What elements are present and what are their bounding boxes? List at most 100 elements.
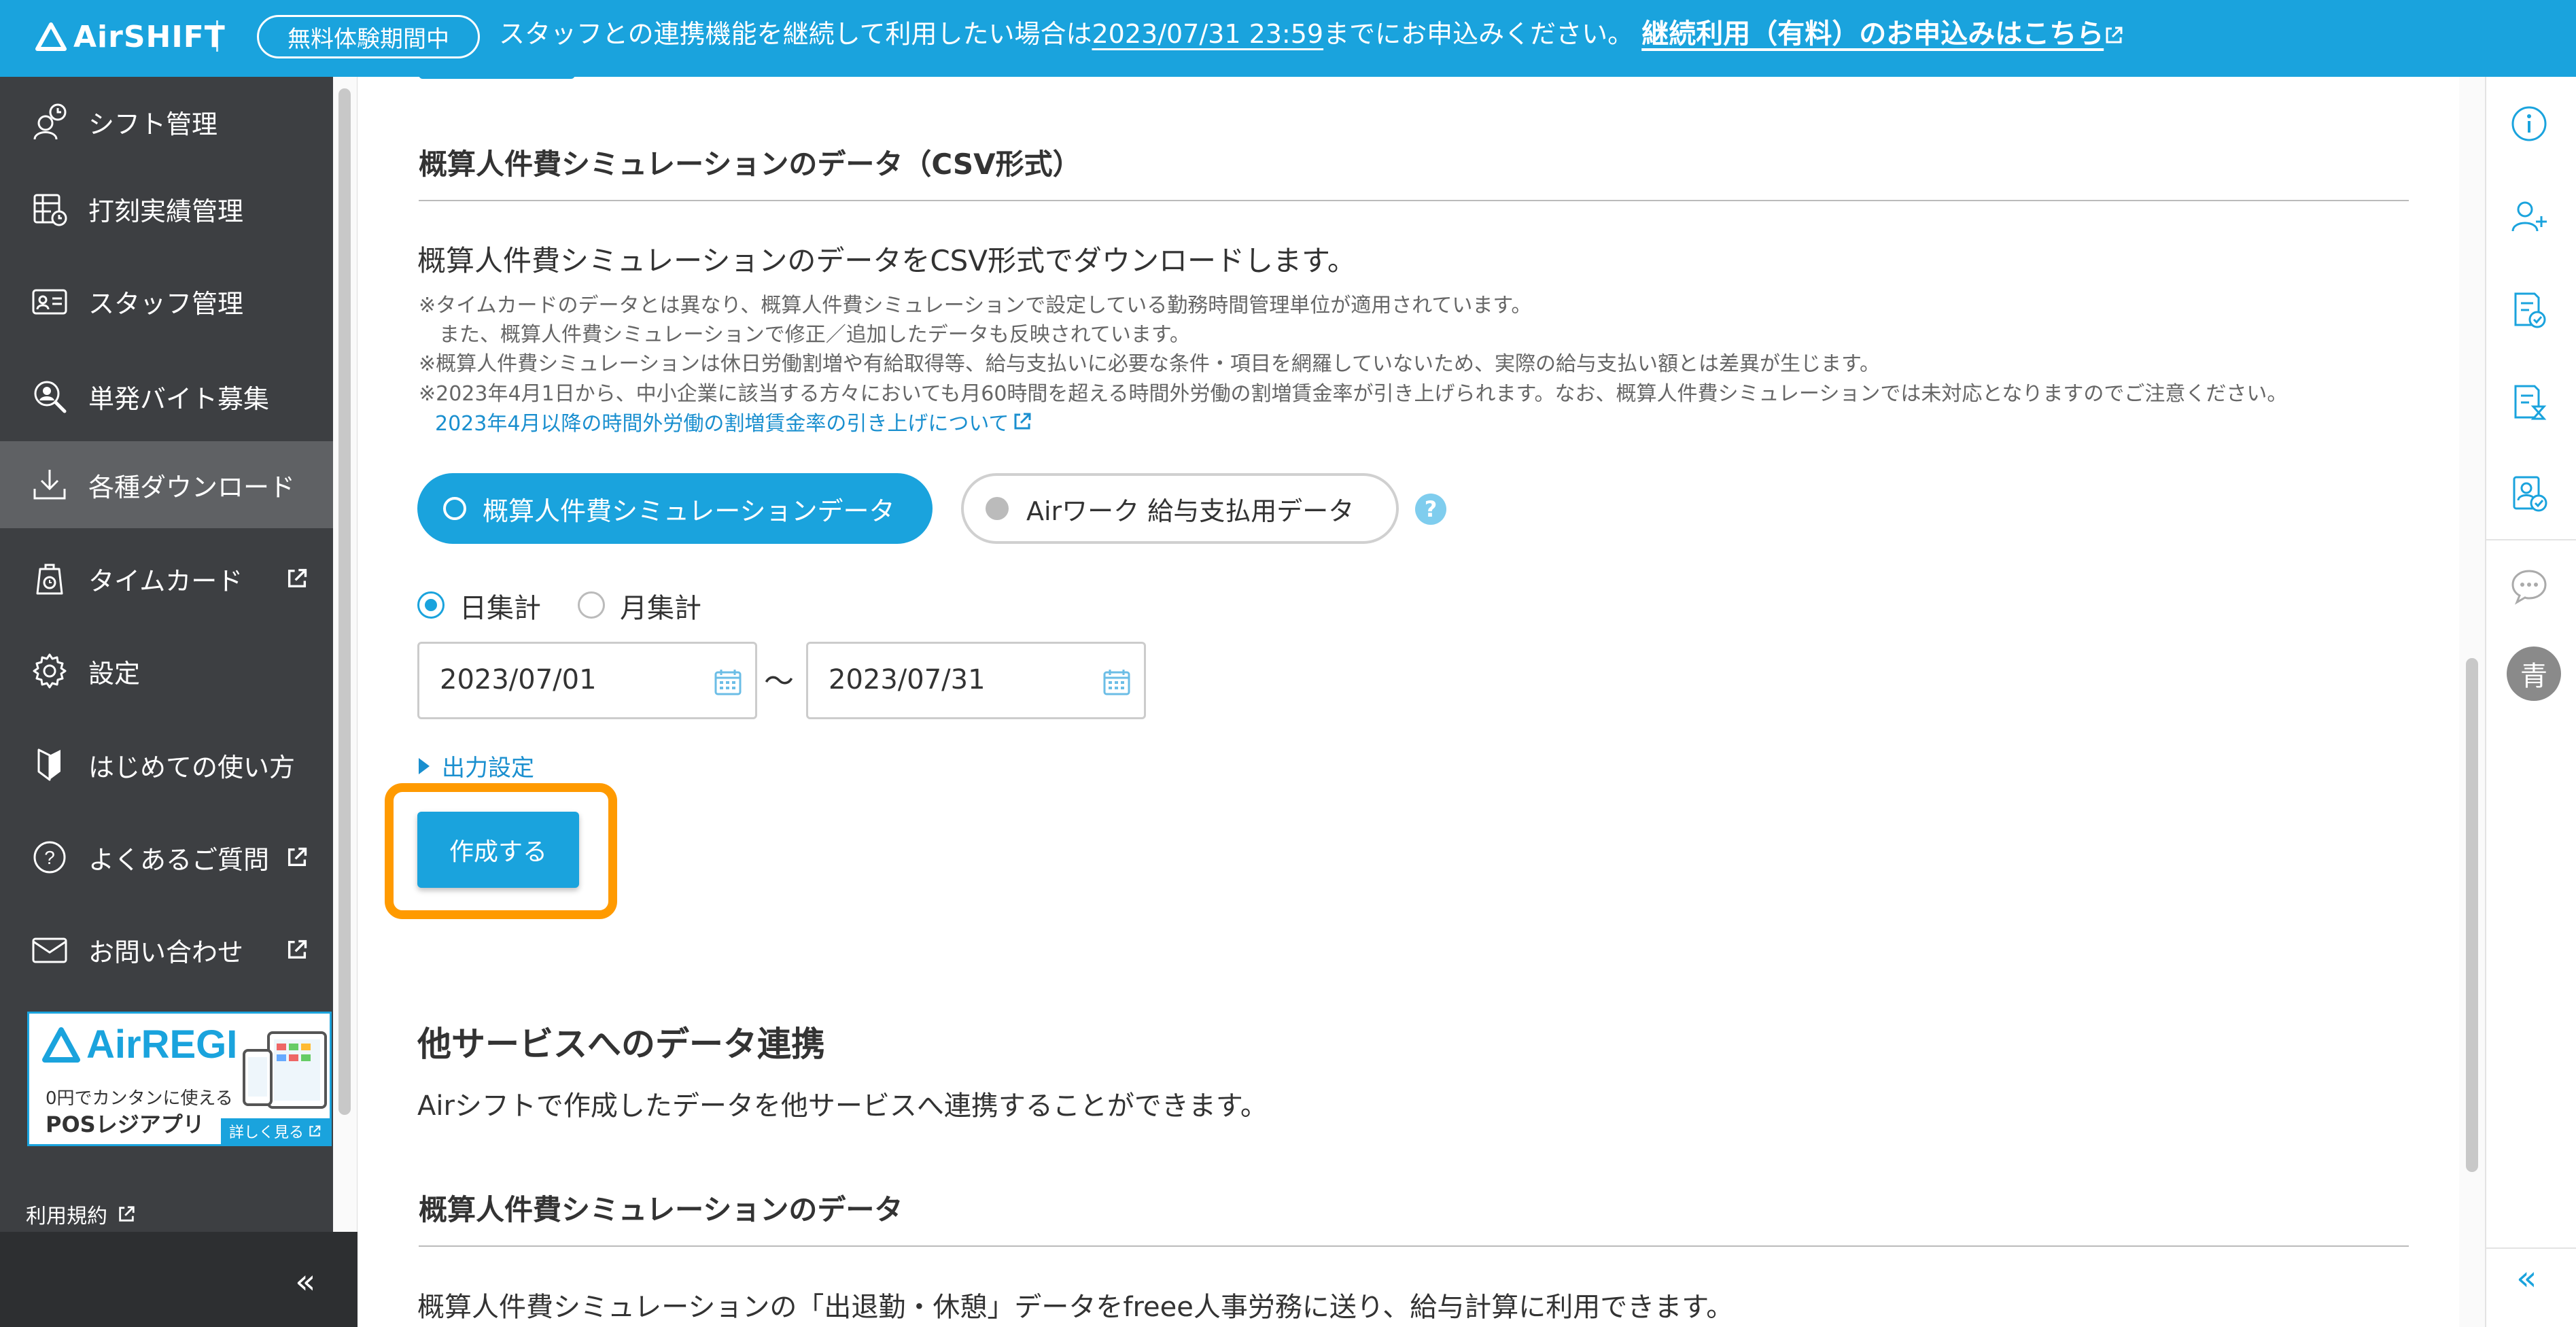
doc-check-icon[interactable] bbox=[2505, 286, 2553, 334]
top-banner: AirSHIFT 無料体験期間中 スタッフとの連携機能を継続して利用したい場合は… bbox=[0, 0, 2576, 77]
info-icon[interactable] bbox=[2505, 100, 2553, 148]
airshift-logo[interactable]: AirSHIFT bbox=[35, 15, 226, 58]
svg-text:?: ? bbox=[44, 847, 55, 868]
download-icon bbox=[30, 465, 69, 504]
range-separator: 〜 bbox=[764, 664, 794, 699]
integration-sub-heading: 概算人件費シミュレーションのデータ bbox=[419, 1193, 903, 1226]
trial-notice: スタッフとの連携機能を継続して利用したい場合は2023/07/31 23:59ま… bbox=[499, 16, 2124, 52]
ad-product: POSレジアプリ bbox=[46, 1111, 205, 1137]
external-link-icon bbox=[288, 940, 307, 959]
previous-button-partial[interactable] bbox=[419, 73, 575, 79]
rail-divider bbox=[2486, 1247, 2576, 1249]
recruit-search-icon bbox=[30, 377, 69, 416]
sidebar-item-label: 設定 bbox=[88, 658, 141, 689]
radio-indicator bbox=[443, 497, 466, 520]
ad-more-label: 詳しく見る bbox=[228, 1124, 304, 1141]
timecard-icon bbox=[30, 559, 69, 598]
sidebar-item-recruit[interactable]: 単発バイト募集 bbox=[0, 353, 333, 440]
integration-section-heading: 他サービスへのデータ連携 bbox=[417, 1024, 825, 1064]
main-scroll-thumb[interactable] bbox=[2466, 658, 2478, 1172]
sidebar-item-label: はじめての使い方 bbox=[88, 752, 296, 782]
monthly-aggregation-radio[interactable] bbox=[578, 591, 605, 619]
sidebar-item-label: 打刻実績管理 bbox=[88, 196, 244, 226]
airregi-logo: AirREGI bbox=[41, 1022, 237, 1067]
create-button[interactable]: 作成する bbox=[417, 812, 579, 888]
external-link-icon bbox=[309, 1125, 321, 1137]
question-icon: ? bbox=[30, 838, 69, 877]
calendar-icon[interactable] bbox=[713, 667, 743, 697]
daily-aggregation-label[interactable]: 日集計 bbox=[459, 586, 541, 625]
external-link-icon bbox=[1014, 413, 1031, 430]
timesheet-icon bbox=[30, 189, 69, 228]
sidebar-item-label: スタッフ管理 bbox=[88, 288, 244, 319]
sidebar-item-faq[interactable]: ? よくあるご質問 bbox=[0, 814, 333, 901]
beginner-icon bbox=[30, 745, 69, 785]
add-user-icon[interactable] bbox=[2505, 192, 2553, 240]
avatar[interactable]: 青 bbox=[2507, 647, 2561, 701]
start-date-input[interactable]: 2023/07/01 bbox=[417, 642, 757, 719]
double-chevron-left-icon: « bbox=[295, 1262, 316, 1301]
sidebar-item-timecard[interactable]: タイムカード bbox=[0, 535, 333, 622]
mail-icon bbox=[30, 930, 69, 969]
sidebar-item-label: タイムカード bbox=[88, 566, 243, 596]
sidebar-item-label: シフト管理 bbox=[88, 109, 218, 139]
ad-more-link[interactable]: 詳しく見る bbox=[221, 1118, 330, 1144]
help-icon[interactable]: ? bbox=[1415, 494, 1446, 525]
calendar-icon[interactable] bbox=[1102, 667, 1132, 697]
sidebar-item-label: 各種ダウンロード bbox=[88, 472, 296, 502]
radio-indicator bbox=[986, 497, 1009, 520]
start-date-value: 2023/07/01 bbox=[440, 664, 597, 695]
integration-description: Airシフトで作成したデータを他サービスへ連携することができます。 bbox=[417, 1090, 1268, 1122]
sidebar-scroll-thumb[interactable] bbox=[338, 88, 351, 1115]
external-link-icon bbox=[288, 847, 307, 867]
rail-divider bbox=[2486, 539, 2576, 540]
divider bbox=[216, 20, 218, 52]
data-type-simulation-option[interactable]: 概算人件費シミュレーションデータ bbox=[417, 473, 933, 544]
right-rail: 青 « bbox=[2485, 77, 2576, 1327]
note-line: ※タイムカードのデータとは異なり、概算人件費シミュレーションで設定している勤務時… bbox=[419, 294, 1532, 317]
ad-tagline: 0円でカンタンに使える bbox=[46, 1088, 233, 1109]
section-divider bbox=[419, 200, 2409, 201]
external-link-icon bbox=[119, 1206, 135, 1222]
sidebar-item-timesheet[interactable]: 打刻実績管理 bbox=[0, 165, 333, 252]
terms-link[interactable]: 利用規約 bbox=[26, 1199, 136, 1229]
sidebar-item-settings[interactable]: 設定 bbox=[0, 627, 333, 714]
collapse-rail-button[interactable]: « bbox=[2516, 1258, 2537, 1298]
trial-badge: 無料体験期間中 bbox=[257, 15, 480, 58]
daily-aggregation-radio[interactable] bbox=[417, 591, 445, 619]
sidebar-item-staff[interactable]: スタッフ管理 bbox=[0, 258, 333, 345]
caret-right-icon bbox=[419, 757, 430, 774]
staff-check-icon[interactable] bbox=[2505, 470, 2553, 517]
sidebar-item-shift[interactable]: シフト管理 bbox=[0, 78, 333, 165]
continue-subscription-label: 継続利用（有料）のお申込みはこちら bbox=[1641, 18, 2104, 50]
triangle-logo-icon bbox=[42, 1027, 80, 1063]
sidebar-item-beginner[interactable]: はじめての使い方 bbox=[0, 721, 333, 808]
triangle-logo-icon bbox=[35, 22, 67, 51]
continue-subscription-link[interactable]: 継続利用（有料）のお申込みはこちら bbox=[1641, 18, 2124, 50]
doc-hourglass-icon[interactable] bbox=[2505, 379, 2553, 426]
output-settings-label: 出力設定 bbox=[442, 755, 534, 782]
section-divider bbox=[419, 1245, 2409, 1247]
end-date-input[interactable]: 2023/07/31 bbox=[806, 642, 1146, 719]
sidebar-item-download[interactable]: 各種ダウンロード bbox=[0, 441, 333, 528]
notice-text: スタッフとの連携機能を継続して利用したい場合は bbox=[499, 19, 1092, 49]
output-settings-toggle[interactable]: 出力設定 bbox=[419, 749, 534, 782]
note-line: また、概算人件費シミュレーションで修正／追加したデータも反映されています。 bbox=[419, 323, 1190, 347]
airregi-ad-banner[interactable]: AirREGI 0円でカンタンに使える POSレジアプリ 詳しく見る bbox=[27, 1012, 332, 1146]
shift-icon bbox=[30, 102, 69, 141]
sidebar-item-contact[interactable]: お問い合わせ bbox=[0, 906, 333, 993]
csv-description: 概算人件費シミュレーションのデータをCSV形式でダウンロードします。 bbox=[417, 244, 1356, 277]
data-type-airwork-option[interactable]: Airワーク 給与支払用データ bbox=[961, 473, 1399, 544]
external-link-icon bbox=[2106, 27, 2123, 44]
end-date-value: 2023/07/31 bbox=[829, 664, 986, 695]
overtime-rate-link[interactable]: 2023年4月以降の時間外労働の割増賃金率の引き上げについて bbox=[435, 407, 1032, 436]
csv-section-heading: 概算人件費シミュレーションのデータ（CSV形式） bbox=[419, 148, 1081, 181]
note-line: ※概算人件費シミュレーションは休日労働割増や有給取得等、給与支払いに必要な条件・… bbox=[419, 352, 1881, 376]
option-label: Airワーク 給与支払用データ bbox=[1026, 496, 1355, 526]
sidebar-item-label: よくあるご質問 bbox=[88, 844, 270, 875]
chat-icon[interactable] bbox=[2505, 562, 2553, 610]
staff-card-icon bbox=[30, 281, 69, 321]
integration-sub-description: 概算人件費シミュレーションの「出退勤・休憩」データをfreee人事労務に送り、給… bbox=[417, 1292, 1734, 1323]
collapse-sidebar-button[interactable]: « bbox=[0, 1232, 358, 1327]
monthly-aggregation-label[interactable]: 月集計 bbox=[620, 586, 701, 625]
